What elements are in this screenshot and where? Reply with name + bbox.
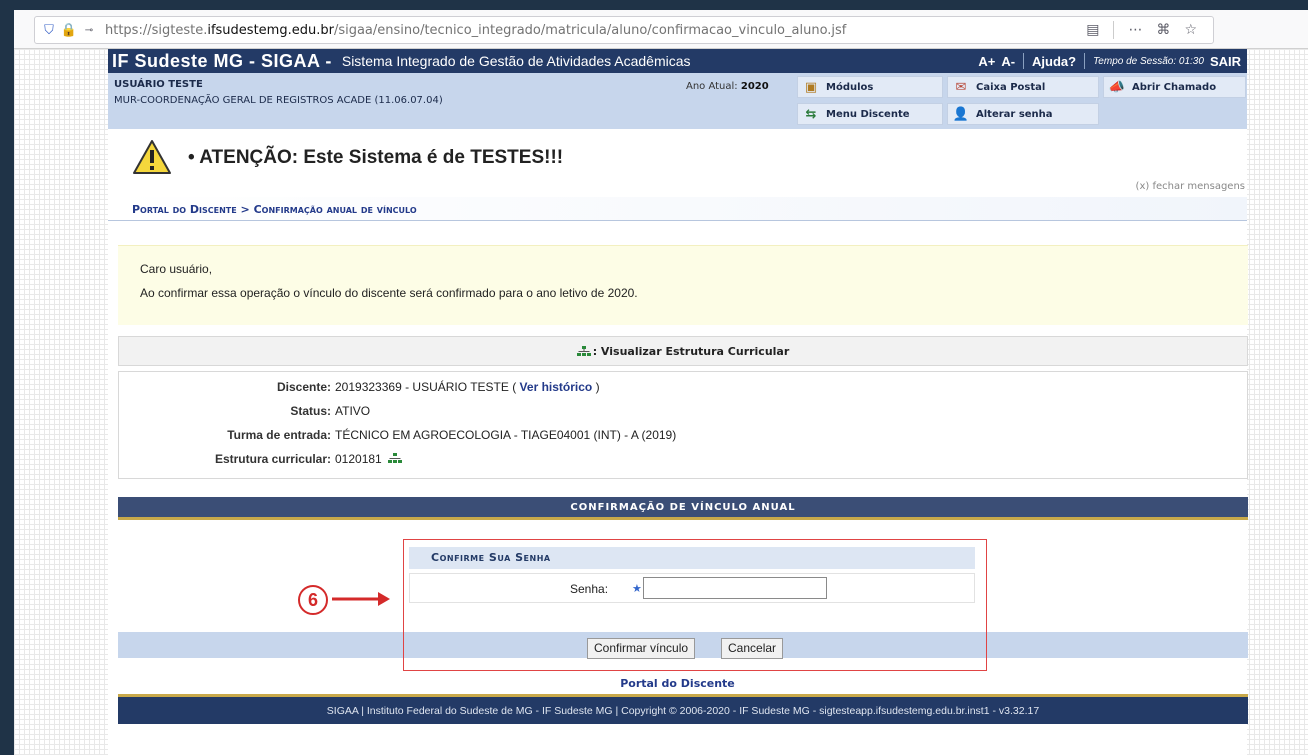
estrutura-row: Estrutura curricular: 0120181 <box>119 452 1249 468</box>
footer: SIGAA | Instituto Federal do Sudeste de … <box>118 694 1248 724</box>
message-area: • ATENÇÃO: Este Sistema é de TESTES!!! (… <box>108 129 1247 197</box>
alterar-senha-button[interactable]: 👤 Alterar senha <box>947 103 1099 125</box>
box-icon: ▣ <box>804 79 818 95</box>
breadcrumb: Portal do Discente > Confirmação anual d… <box>108 197 1247 221</box>
url-text[interactable]: https://sigteste.ifsudestemg.edu.br/siga… <box>105 23 846 38</box>
address-bar[interactable]: ⛉ 🔒 ⊸ https://sigteste.ifsudestemg.edu.b… <box>34 16 1214 44</box>
share-icon: ⇆ <box>805 106 817 122</box>
estrutura-label: Estrutura curricular: <box>214 452 331 466</box>
view-curriculum-label[interactable]: : Visualizar Estrutura Curricular <box>593 345 790 358</box>
discente-label: Discente: <box>276 380 331 394</box>
help-link[interactable]: Ajuda? <box>1032 54 1076 69</box>
translate-icon[interactable]: ⌘ <box>1156 22 1170 38</box>
turma-label: Turma de entrada: <box>227 428 331 442</box>
bookmark-star-icon[interactable]: ☆ <box>1184 22 1197 38</box>
divider <box>1084 53 1086 69</box>
horn-icon: 📣 <box>1108 79 1126 95</box>
status-label: Status: <box>290 404 331 418</box>
warning-icon <box>133 140 171 174</box>
annotation-arrow-icon <box>332 592 390 606</box>
system-subtitle: Sistema Integrado de Gestão de Atividade… <box>341 53 691 69</box>
user-info-bar: USUÁRIO TESTE MUR-COORDENAÇÃO GERAL DE R… <box>108 73 1247 129</box>
more-actions-icon[interactable]: ⋯ <box>1128 22 1142 38</box>
divider <box>1023 53 1025 69</box>
caixa-postal-button[interactable]: ✉ Caixa Postal <box>947 76 1099 98</box>
view-curriculum-link[interactable]: : Visualizar Estrutura Curricular <box>118 336 1248 366</box>
user-unit: MUR-COORDENAÇÃO GERAL DE REGISTROS ACADE… <box>114 95 443 106</box>
notice-box: Caro usuário, Ao confirmar essa operação… <box>118 245 1248 325</box>
discente-value: 2019323369 - USUÁRIO TESTE ( Ver históri… <box>335 380 600 394</box>
sigaa-header: IF Sudeste MG - SIGAA - Sistema Integrad… <box>108 49 1247 73</box>
user-name: USUÁRIO TESTE <box>114 79 203 90</box>
shield-icon[interactable]: ⛉ <box>39 23 59 38</box>
turma-value: TÉCNICO EM AGROECOLOGIA - TIAGE04001 (IN… <box>335 428 677 442</box>
portal-discente-link[interactable]: Portal do Discente <box>108 677 1247 690</box>
lock-icon[interactable]: 🔒 <box>59 23 79 38</box>
logout-link[interactable]: SAIR <box>1210 54 1241 69</box>
breadcrumb-text[interactable]: Portal do Discente > Confirmação anual d… <box>132 203 417 216</box>
annotation-step-number: 6 <box>298 585 328 615</box>
mailbox-icon: ✉ <box>955 79 967 95</box>
turma-row: Turma de entrada: TÉCNICO EM AGROECOLOGI… <box>119 428 1249 444</box>
estrutura-value: 0120181 <box>335 452 403 466</box>
session-timer: Tempo de Sessão: 01:30 <box>1093 55 1204 67</box>
browser-window: ⛉ 🔒 ⊸ https://sigteste.ifsudestemg.edu.b… <box>14 10 1308 755</box>
abrir-chamado-button[interactable]: 📣 Abrir Chamado <box>1103 76 1246 98</box>
font-increase-button[interactable]: A+ <box>978 54 995 69</box>
user-key-icon: 👤 <box>952 106 970 122</box>
test-system-warning: • ATENÇÃO: Este Sistema é de TESTES!!! <box>188 147 564 168</box>
notice-body: Ao confirmar essa operação o vínculo do … <box>140 286 638 300</box>
menu-discente-button[interactable]: ⇆ Menu Discente <box>797 103 943 125</box>
font-decrease-button[interactable]: A- <box>1001 54 1015 69</box>
tree-icon[interactable] <box>388 453 403 463</box>
divider <box>1113 21 1115 39</box>
status-value: ATIVO <box>335 404 371 418</box>
brand-title: IF Sudeste MG - SIGAA - <box>112 50 332 71</box>
key-icon: ⊸ <box>84 24 94 36</box>
ver-historico-link[interactable]: Ver histórico <box>520 380 593 394</box>
modulos-button[interactable]: ▣ Módulos <box>797 76 943 98</box>
reader-view-icon[interactable]: ▤ <box>1086 22 1099 38</box>
close-messages-link[interactable]: (x) fechar mensagens <box>1136 181 1245 192</box>
tree-icon <box>576 346 591 356</box>
section-title: CONFIRMAÇÃO DE VÍNCULO ANUAL <box>118 497 1248 520</box>
notice-greeting: Caro usuário, <box>140 262 213 276</box>
student-data-box: Discente: 2019323369 - USUÁRIO TESTE ( V… <box>118 371 1248 479</box>
sigaa-page: IF Sudeste MG - SIGAA - Sistema Integrad… <box>108 49 1248 755</box>
page-viewport: IF Sudeste MG - SIGAA - Sistema Integrad… <box>14 48 1308 755</box>
current-year: Ano Atual: 2020 <box>686 81 769 92</box>
discente-row: Discente: 2019323369 - USUÁRIO TESTE ( V… <box>119 380 1249 396</box>
annotation-highlight-box <box>403 539 987 671</box>
status-row: Status: ATIVO <box>119 404 1249 420</box>
